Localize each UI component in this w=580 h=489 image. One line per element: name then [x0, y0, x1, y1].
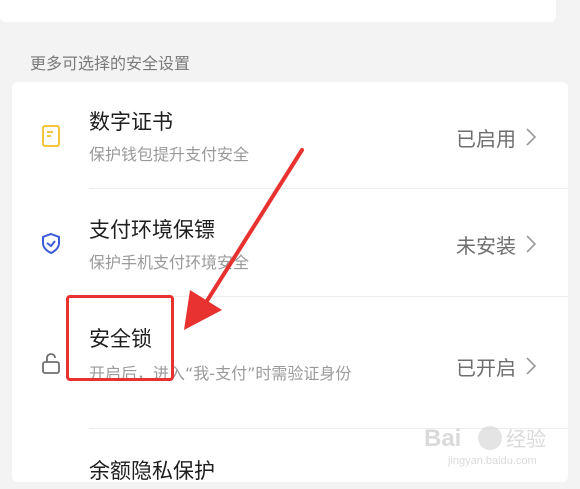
svg-text:jingyan.baidu.com: jingyan.baidu.com	[447, 455, 537, 467]
baidu-jingyan-watermark: Bai 经验 jingyan.baidu.com	[424, 425, 546, 467]
svg-text:Bai: Bai	[424, 425, 461, 452]
annotation-arrow	[184, 148, 304, 330]
svg-text:经验: 经验	[506, 427, 546, 451]
